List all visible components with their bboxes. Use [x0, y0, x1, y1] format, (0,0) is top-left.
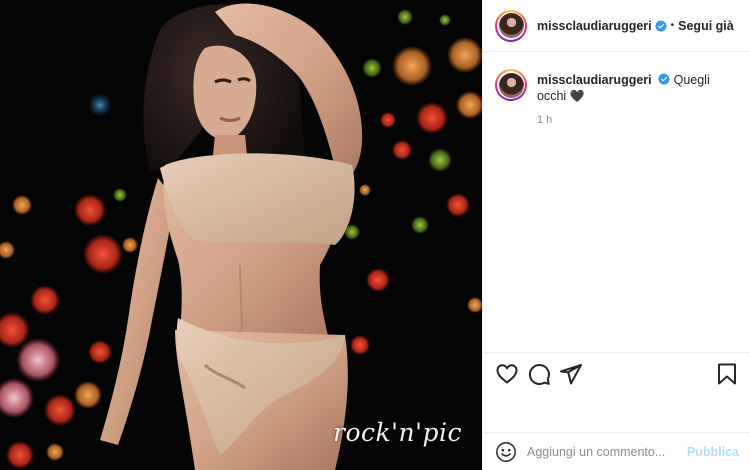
instagram-post: rock'n'pic missclaudiaruggeri • Segui gi…: [0, 0, 750, 470]
following-button[interactable]: Segui già: [678, 19, 734, 33]
emoji-icon[interactable]: [495, 441, 517, 463]
separator-dot: •: [670, 20, 675, 31]
caption-username[interactable]: missclaudiaruggeri: [537, 73, 652, 87]
heart-icon[interactable]: [495, 362, 519, 386]
publish-button[interactable]: Pubblica: [687, 445, 739, 459]
avatar[interactable]: [495, 9, 527, 42]
action-bar: [483, 352, 750, 394]
caption-body: missclaudiaruggeri Quegli occhi 🖤 1 h: [537, 69, 738, 128]
model-figure: [100, 3, 363, 470]
caption-avatar[interactable]: [495, 69, 527, 101]
black-heart-emoji: 🖤: [569, 89, 585, 103]
caption-comment: missclaudiaruggeri Quegli occhi 🖤 1 h: [495, 69, 738, 128]
post-side-panel: missclaudiaruggeri • Segui già missclaud…: [482, 0, 750, 470]
add-comment-bar: Pubblica: [483, 432, 750, 470]
verified-badge-icon: [654, 19, 667, 32]
comment-input[interactable]: [527, 439, 677, 464]
post-header: missclaudiaruggeri • Segui già: [483, 0, 750, 52]
comments-section: missclaudiaruggeri Quegli occhi 🖤 1 h: [483, 52, 750, 128]
caption-timestamp[interactable]: 1 h: [537, 112, 738, 128]
bookmark-icon[interactable]: [715, 362, 739, 386]
header-username[interactable]: missclaudiaruggeri: [537, 19, 652, 33]
post-image[interactable]: rock'n'pic: [0, 0, 482, 470]
comment-icon[interactable]: [527, 362, 551, 386]
watermark-text: rock'n'pic: [333, 418, 462, 447]
verified-badge-icon: [658, 73, 671, 85]
post-photo: [0, 3, 482, 470]
share-icon[interactable]: [559, 362, 583, 386]
